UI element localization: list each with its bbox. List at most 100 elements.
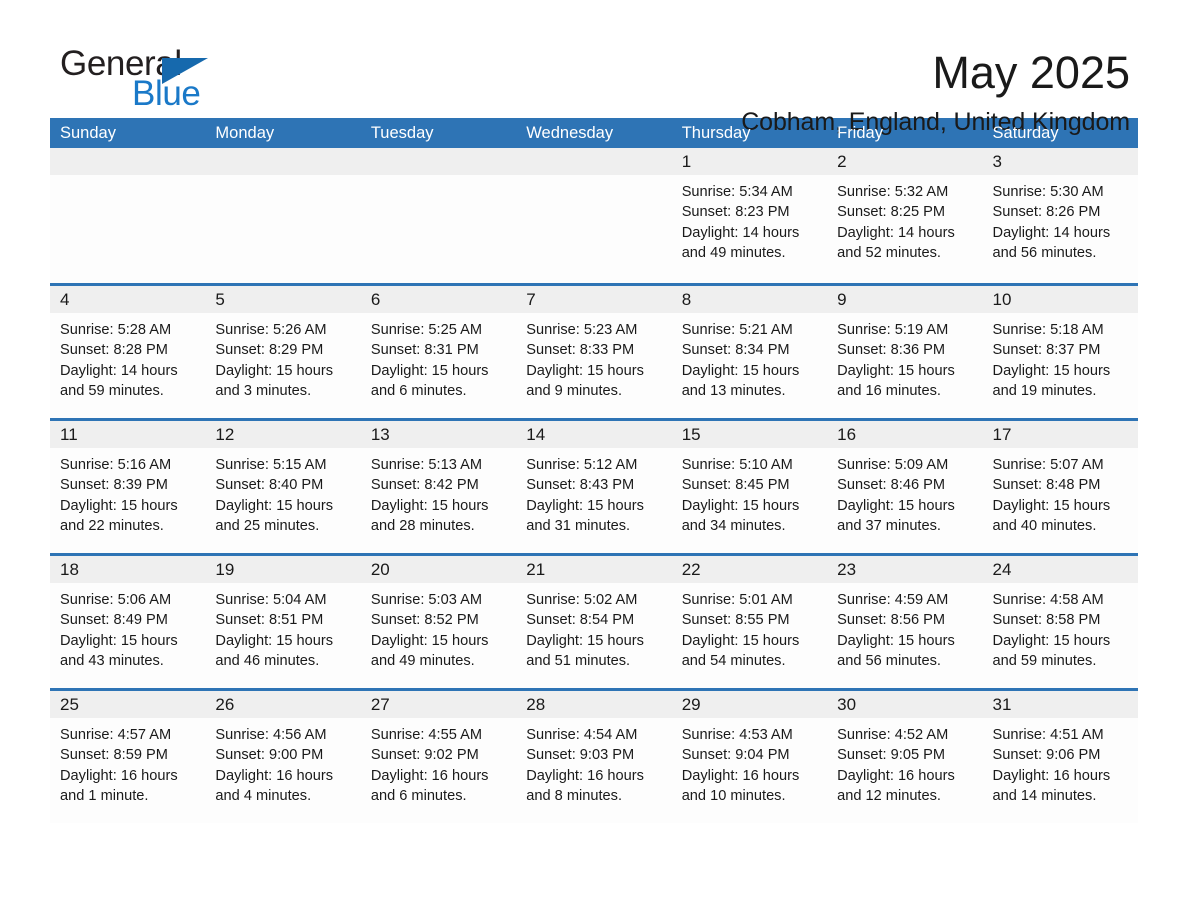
day-number: 27: [360, 691, 517, 718]
sunset-text: Sunset: 8:37 PM: [992, 342, 1101, 359]
calendar-day-cell[interactable]: 30 Sunrise: 4:52 AM Sunset: 9:05 PM Dayligh…: [827, 691, 983, 823]
calendar-day-cell[interactable]: 28 Sunrise: 4:54 AM Sunset: 9:03 PM Dayligh…: [516, 691, 672, 823]
calendar-day-cell[interactable]: 25 Sunrise: 4:57 AM Sunset: 8:59 PM Dayligh…: [50, 691, 206, 823]
calendar-day-cell[interactable]: 31 Sunrise: 4:51 AM Sunset: 9:06 PM Dayligh…: [982, 691, 1138, 823]
calendar-day-cell[interactable]: 16 Sunrise: 5:09 AM Sunset: 8:46 PM Dayligh…: [827, 421, 983, 553]
calendar-day-cell[interactable]: 10 Sunrise: 5:18 AM Sunset: 8:37 PM Dayligh…: [982, 286, 1138, 418]
sunset-text: Sunset: 8:23 PM: [681, 204, 790, 221]
daylight-text: Daylight: 15 hours and 25 minutes.: [215, 497, 334, 534]
sunrise-text: Sunrise: 5:07 AM: [992, 457, 1104, 473]
sunset-text: Sunset: 8:55 PM: [681, 612, 790, 629]
calendar-day-cell[interactable]: 19 Sunrise: 5:04 AM Sunset: 8:51 PM Dayligh…: [205, 556, 361, 688]
day-details: Sunrise: 5:04 AM Sunset: 8:51 PM Daylight:…: [205, 583, 360, 671]
calendar-day-cell[interactable]: 5 Sunrise: 5:26 AM Sunset: 8:29 PM Daylight…: [205, 286, 361, 418]
calendar-day-cell[interactable]: 20 Sunrise: 5:03 AM Sunset: 8:52 PM Dayligh…: [360, 556, 517, 688]
day-details: Sunrise: 4:56 AM Sunset: 9:00 PM Daylight:…: [205, 718, 360, 806]
calendar-week-row: 25 Sunrise: 4:57 AM Sunset: 8:59 PM Dayligh…: [50, 688, 1138, 823]
daylight-text: Daylight: 15 hours and 3 minutes.: [215, 362, 334, 399]
daylight-text: Daylight: 16 hours and 14 minutes.: [992, 767, 1111, 804]
sunrise-text: Sunrise: 5:02 AM: [526, 592, 638, 608]
day-number: [50, 148, 206, 175]
calendar-day-cell[interactable]: 14 Sunrise: 5:12 AM Sunset: 8:43 PM Dayligh…: [516, 421, 672, 553]
calendar-day-cell[interactable]: 4 Sunrise: 5:28 AM Sunset: 8:28 PM Daylight…: [50, 286, 206, 418]
day-number: 3: [982, 148, 1138, 175]
weekday-header-saturday: Saturday: [992, 124, 1059, 142]
sunset-text: Sunset: 8:52 PM: [370, 612, 479, 629]
calendar-day-cell[interactable]: 15 Sunrise: 5:10 AM Sunset: 8:45 PM Dayligh…: [671, 421, 828, 553]
sunset-text: Sunset: 8:26 PM: [992, 204, 1101, 221]
calendar-day-cell[interactable]: 2 Sunrise: 5:32 AM Sunset: 8:25 PM Daylight…: [827, 148, 983, 283]
sunset-text: Sunset: 8:45 PM: [681, 477, 790, 494]
sunset-text: Sunset: 8:58 PM: [992, 612, 1101, 629]
day-details: Sunrise: 4:55 AM Sunset: 9:02 PM Daylight:…: [361, 718, 516, 806]
day-number: 4: [50, 286, 206, 313]
daylight-text: Daylight: 16 hours and 10 minutes.: [681, 767, 800, 804]
calendar-day-cell-empty: [360, 148, 517, 283]
calendar-day-cell[interactable]: 21 Sunrise: 5:02 AM Sunset: 8:54 PM Dayligh…: [516, 556, 672, 688]
calendar-day-cell-empty: [205, 148, 361, 283]
calendar-day-cell[interactable]: 17 Sunrise: 5:07 AM Sunset: 8:48 PM Dayligh…: [982, 421, 1138, 553]
sunrise-text: Sunrise: 4:58 AM: [992, 592, 1104, 608]
daylight-text: Daylight: 14 hours and 59 minutes.: [60, 362, 178, 399]
sunset-text: Sunset: 8:31 PM: [370, 342, 479, 359]
calendar-day-cell[interactable]: 11 Sunrise: 5:16 AM Sunset: 8:39 PM Dayligh…: [50, 421, 206, 553]
sunrise-text: Sunrise: 4:56 AM: [215, 727, 327, 743]
sunset-text: Sunset: 8:28 PM: [60, 342, 168, 359]
daylight-text: Daylight: 14 hours and 52 minutes.: [837, 224, 955, 261]
weekday-header-sunday: Sunday: [60, 124, 116, 142]
sunset-text: Sunset: 8:34 PM: [681, 342, 790, 359]
daylight-text: Daylight: 15 hours and 9 minutes.: [526, 362, 644, 399]
day-number: 23: [827, 556, 983, 583]
calendar-day-cell[interactable]: 22 Sunrise: 5:01 AM Sunset: 8:55 PM Dayligh…: [671, 556, 828, 688]
sunrise-text: Sunrise: 5:13 AM: [370, 457, 482, 473]
calendar-day-cell[interactable]: 26 Sunrise: 4:56 AM Sunset: 9:00 PM Dayligh…: [205, 691, 361, 823]
day-details: Sunrise: 4:57 AM Sunset: 8:59 PM Daylight:…: [50, 718, 205, 806]
sunset-text: Sunset: 9:06 PM: [992, 747, 1101, 764]
sunrise-text: Sunrise: 4:59 AM: [837, 592, 949, 608]
sunset-text: Sunset: 8:59 PM: [60, 747, 168, 764]
calendar-day-cell[interactable]: 1 Sunrise: 5:34 AM Sunset: 8:23 PM Daylight…: [671, 148, 828, 283]
calendar-day-cell[interactable]: 6 Sunrise: 5:25 AM Sunset: 8:31 PM Daylight…: [360, 286, 517, 418]
sunset-text: Sunset: 8:40 PM: [215, 477, 324, 494]
day-details: Sunrise: 5:16 AM Sunset: 8:39 PM Daylight:…: [50, 448, 205, 536]
calendar-day-cell[interactable]: 8 Sunrise: 5:21 AM Sunset: 8:34 PM Daylight…: [671, 286, 828, 418]
daylight-text: Daylight: 16 hours and 8 minutes.: [526, 767, 644, 804]
sunrise-text: Sunrise: 4:57 AM: [60, 727, 172, 743]
calendar-day-cell[interactable]: 23 Sunrise: 4:59 AM Sunset: 8:56 PM Dayligh…: [827, 556, 983, 688]
weekday-header-tuesday: Tuesday: [370, 124, 434, 142]
calendar-week-row: 1 Sunrise: 5:34 AM Sunset: 8:23 PM Daylight…: [50, 148, 1138, 283]
sunset-text: Sunset: 9:04 PM: [681, 747, 790, 764]
daylight-text: Daylight: 16 hours and 6 minutes.: [370, 767, 489, 804]
sunrise-text: Sunrise: 5:23 AM: [526, 322, 638, 338]
calendar-day-cell[interactable]: 3 Sunrise: 5:30 AM Sunset: 8:26 PM Daylight…: [982, 148, 1138, 283]
sunset-text: Sunset: 8:42 PM: [370, 477, 479, 494]
sunset-text: Sunset: 8:25 PM: [837, 204, 946, 221]
sunset-text: Sunset: 8:43 PM: [526, 477, 635, 494]
day-number: 1: [671, 148, 828, 175]
generalblue-logo[interactable]: General Blue: [58, 44, 288, 114]
calendar-day-cell[interactable]: 9 Sunrise: 5:19 AM Sunset: 8:36 PM Daylight…: [827, 286, 983, 418]
calendar-day-cell[interactable]: 13 Sunrise: 5:13 AM Sunset: 8:42 PM Dayligh…: [360, 421, 517, 553]
day-details: Sunrise: 5:12 AM Sunset: 8:43 PM Daylight:…: [516, 448, 671, 536]
sunset-text: Sunset: 9:03 PM: [526, 747, 635, 764]
daylight-text: Daylight: 15 hours and 19 minutes.: [992, 362, 1111, 399]
day-details: Sunrise: 4:58 AM Sunset: 8:58 PM Daylight:…: [983, 583, 1138, 671]
day-number: 31: [982, 691, 1138, 718]
daylight-text: Daylight: 14 hours and 56 minutes.: [992, 224, 1111, 261]
daylight-text: Daylight: 15 hours and 54 minutes.: [681, 632, 800, 669]
day-number: [516, 148, 672, 175]
calendar-day-cell[interactable]: 27 Sunrise: 4:55 AM Sunset: 9:02 PM Dayligh…: [360, 691, 517, 823]
day-details: Sunrise: 5:01 AM Sunset: 8:55 PM Daylight:…: [672, 583, 827, 671]
day-details: Sunrise: 5:30 AM Sunset: 8:26 PM Daylight:…: [983, 175, 1138, 263]
day-number: 6: [360, 286, 517, 313]
calendar-page: General Blue May 2025 Cobham, England, U…: [0, 0, 1188, 918]
calendar-day-cell[interactable]: 12 Sunrise: 5:15 AM Sunset: 8:40 PM Dayligh…: [205, 421, 361, 553]
calendar-day-cell[interactable]: 24 Sunrise: 4:58 AM Sunset: 8:58 PM Dayligh…: [982, 556, 1138, 688]
calendar-day-cell[interactable]: 29 Sunrise: 4:53 AM Sunset: 9:04 PM Dayligh…: [671, 691, 828, 823]
calendar-day-cell[interactable]: 7 Sunrise: 5:23 AM Sunset: 8:33 PM Daylight…: [516, 286, 672, 418]
day-details: Sunrise: 4:52 AM Sunset: 9:05 PM Daylight:…: [827, 718, 982, 806]
daylight-text: Daylight: 16 hours and 4 minutes.: [215, 767, 334, 804]
calendar-day-cell[interactable]: 18 Sunrise: 5:06 AM Sunset: 8:49 PM Dayligh…: [50, 556, 206, 688]
day-details: Sunrise: 5:02 AM Sunset: 8:54 PM Daylight:…: [516, 583, 671, 671]
day-number: 21: [516, 556, 672, 583]
